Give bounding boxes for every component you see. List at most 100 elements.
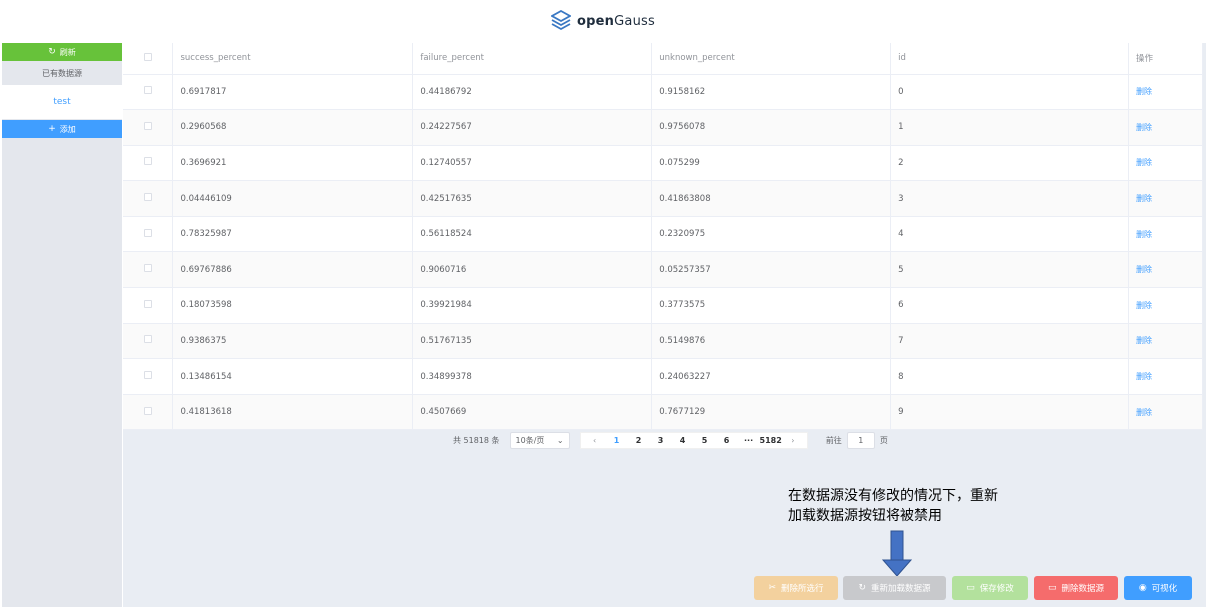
source-item-test[interactable]: test	[2, 85, 122, 119]
row-checkbox[interactable]	[143, 299, 152, 308]
row-checkbox[interactable]	[143, 228, 152, 237]
page-last[interactable]: 5182	[760, 436, 782, 445]
cell-success-percent[interactable]: 0.2960568	[172, 109, 414, 146]
cell-success-percent[interactable]: 0.13486154	[172, 358, 414, 395]
cell-failure-percent[interactable]: 0.56118524	[412, 216, 653, 253]
folder-delete-icon: ▭	[1047, 582, 1057, 593]
column-header-failure-percent[interactable]: failure_percent	[412, 43, 653, 75]
cell-id[interactable]: 4	[890, 216, 1129, 253]
table-row[interactable]: 0.2960568 0.24227567 0.9756078 1 删除	[123, 109, 1203, 146]
delete-row-link[interactable]: 删除	[1136, 158, 1152, 167]
table-row[interactable]: 0.13486154 0.34899378 0.24063227 8 删除	[123, 358, 1203, 395]
cell-failure-percent[interactable]: 0.44186792	[412, 74, 653, 111]
reload-source-button[interactable]: ↻ 重新加载数据源	[843, 576, 946, 600]
cell-success-percent[interactable]: 0.41813618	[172, 394, 414, 431]
eye-icon: ◉	[1138, 582, 1147, 593]
goto-page-input[interactable]: 1	[846, 431, 875, 449]
cell-unknown-percent[interactable]: 0.41863808	[651, 180, 892, 217]
page-2[interactable]: 2	[628, 436, 650, 445]
table-row[interactable]: 0.6917817 0.44186792 0.9158162 0 删除	[123, 74, 1203, 111]
cell-failure-percent[interactable]: 0.39921984	[412, 287, 653, 324]
delete-row-link[interactable]: 删除	[1136, 265, 1152, 274]
row-checkbox[interactable]	[143, 264, 152, 273]
cell-unknown-percent[interactable]: 0.9756078	[651, 109, 892, 146]
cell-unknown-percent[interactable]: 0.3773575	[651, 287, 892, 324]
cell-failure-percent[interactable]: 0.24227567	[412, 109, 653, 146]
row-checkbox[interactable]	[143, 121, 152, 130]
delete-row-link[interactable]: 删除	[1136, 123, 1152, 132]
cell-id[interactable]: 5	[890, 251, 1129, 289]
table-row[interactable]: 0.41813618 0.4507669 0.7677129 9 删除	[123, 394, 1203, 431]
page-3[interactable]: 3	[650, 436, 672, 445]
prev-page-button[interactable]: ‹	[584, 436, 606, 445]
table-row[interactable]: 0.78325987 0.56118524 0.2320975 4 删除	[123, 216, 1203, 253]
table-row[interactable]: 0.69767886 0.9060716 0.05257357 5 删除	[123, 251, 1203, 289]
cell-failure-percent[interactable]: 0.9060716	[412, 251, 653, 289]
row-checkbox[interactable]	[143, 371, 152, 380]
row-checkbox[interactable]	[143, 157, 152, 166]
row-checkbox[interactable]	[143, 193, 152, 202]
table-row[interactable]: 0.3696921 0.12740557 0.075299 2 删除	[123, 145, 1203, 182]
add-source-button[interactable]: + 添加	[2, 120, 122, 138]
cell-unknown-percent[interactable]: 0.075299	[651, 145, 892, 182]
cell-id[interactable]: 7	[890, 323, 1129, 360]
cell-success-percent[interactable]: 0.18073598	[172, 287, 414, 324]
cell-success-percent[interactable]: 0.6917817	[172, 74, 414, 111]
cell-id[interactable]: 3	[890, 180, 1129, 217]
cell-id[interactable]: 2	[890, 145, 1129, 182]
row-checkbox[interactable]	[143, 86, 152, 95]
cell-id[interactable]: 9	[890, 394, 1129, 431]
cell-unknown-percent[interactable]: 0.5149876	[651, 323, 892, 360]
row-checkbox[interactable]	[143, 335, 152, 344]
select-all-checkbox[interactable]	[143, 52, 152, 61]
cell-failure-percent[interactable]: 0.51767135	[412, 323, 653, 360]
page-1[interactable]: 1	[606, 436, 628, 445]
delete-row-link[interactable]: 删除	[1136, 301, 1152, 310]
cell-unknown-percent[interactable]: 0.7677129	[651, 394, 892, 431]
cell-failure-percent[interactable]: 0.4507669	[412, 394, 653, 431]
cell-unknown-percent[interactable]: 0.2320975	[651, 216, 892, 253]
more-pages[interactable]: ···	[738, 436, 760, 445]
column-header-id[interactable]: id	[890, 43, 1129, 75]
cell-success-percent[interactable]: 0.9386375	[172, 323, 414, 360]
cell-unknown-percent[interactable]: 0.9158162	[651, 74, 892, 111]
cell-unknown-percent[interactable]: 0.24063227	[651, 358, 892, 395]
delete-row-link[interactable]: 删除	[1136, 194, 1152, 203]
cell-success-percent[interactable]: 0.04446109	[172, 180, 414, 217]
cell-id[interactable]: 1	[890, 109, 1129, 146]
next-page-button[interactable]: ›	[782, 436, 804, 445]
table-row[interactable]: 0.04446109 0.42517635 0.41863808 3 删除	[123, 180, 1203, 217]
visualize-button[interactable]: ◉ 可视化	[1124, 576, 1192, 600]
cell-failure-percent[interactable]: 0.42517635	[412, 180, 653, 217]
delete-row-link[interactable]: 删除	[1136, 230, 1152, 239]
refresh-button[interactable]: ↻ 刷新	[2, 43, 122, 61]
cell-id[interactable]: 0	[890, 74, 1129, 111]
page-6[interactable]: 6	[716, 436, 738, 445]
delete-row-link[interactable]: 删除	[1136, 372, 1152, 381]
cell-success-percent[interactable]: 0.78325987	[172, 216, 414, 253]
delete-row-link[interactable]: 删除	[1136, 336, 1152, 345]
delete-source-button[interactable]: ▭ 删除数据源	[1034, 576, 1118, 600]
cell-failure-percent[interactable]: 0.12740557	[412, 145, 653, 182]
page-5[interactable]: 5	[694, 436, 716, 445]
cell-id[interactable]: 8	[890, 358, 1129, 395]
table-row[interactable]: 0.9386375 0.51767135 0.5149876 7 删除	[123, 323, 1203, 360]
opengauss-logo-icon	[551, 10, 572, 31]
cell-unknown-percent[interactable]: 0.05257357	[651, 251, 892, 289]
cell-id[interactable]: 6	[890, 287, 1129, 324]
delete-row-link[interactable]: 删除	[1136, 87, 1152, 96]
page-size-select[interactable]: 10条/页 ⌄	[509, 431, 570, 449]
row-checkbox[interactable]	[143, 406, 152, 415]
delete-row-link[interactable]: 删除	[1136, 408, 1152, 417]
column-header-success-percent[interactable]: success_percent	[172, 43, 414, 75]
cell-actions: 删除	[1128, 109, 1203, 146]
save-changes-button[interactable]: ▭ 保存修改	[952, 576, 1028, 600]
column-header-unknown-percent[interactable]: unknown_percent	[651, 43, 892, 75]
table-row[interactable]: 0.18073598 0.39921984 0.3773575 6 删除	[123, 287, 1203, 324]
cell-success-percent[interactable]: 0.69767886	[172, 251, 414, 289]
cell-failure-percent[interactable]: 0.34899378	[412, 358, 653, 395]
cell-success-percent[interactable]: 0.3696921	[172, 145, 414, 182]
row-select-cell	[123, 216, 174, 253]
page-4[interactable]: 4	[672, 436, 694, 445]
delete-selected-button[interactable]: ✂ 删除所选行	[754, 576, 838, 600]
